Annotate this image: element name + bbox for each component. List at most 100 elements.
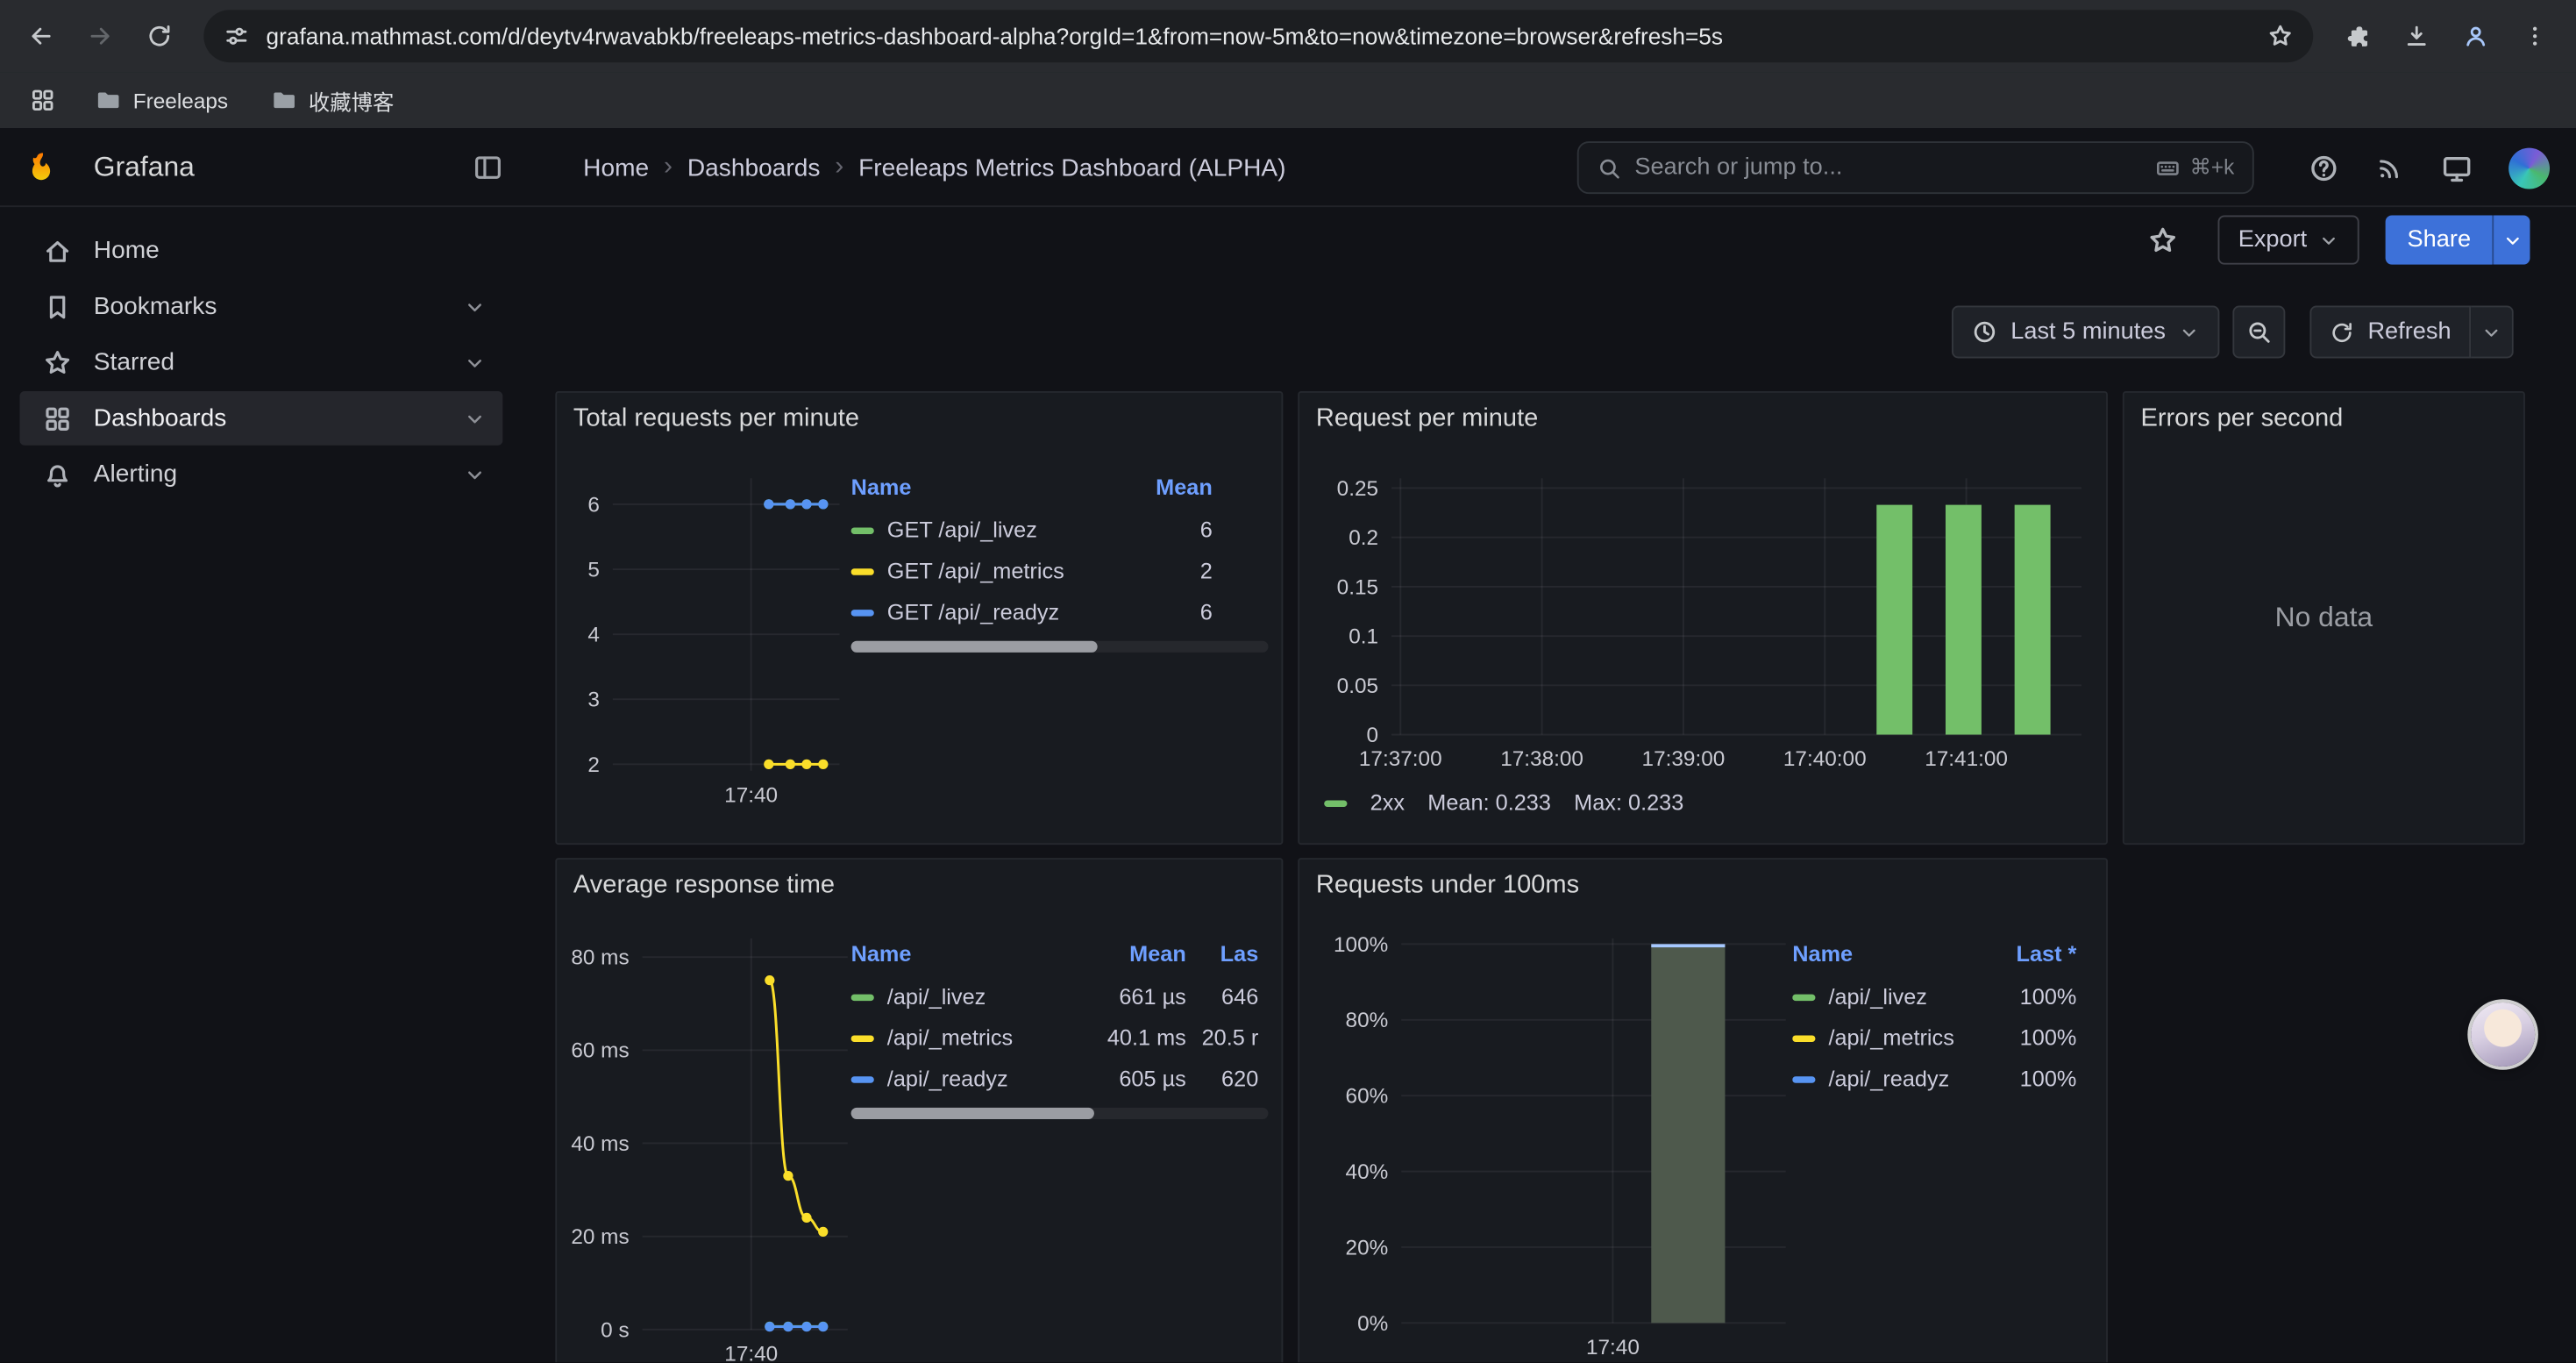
svg-text:17:40:00: 17:40:00 — [1783, 747, 1867, 771]
legend-header[interactable]: Las — [1186, 942, 1258, 967]
series-swatch — [851, 994, 874, 1000]
series-name[interactable]: /api/_metrics — [887, 1025, 1013, 1050]
header-icons — [2309, 128, 2550, 207]
forward-button[interactable] — [72, 8, 128, 64]
legend-scrollbar[interactable] — [851, 1108, 1269, 1119]
zoom-out-button[interactable] — [2233, 306, 2286, 359]
series-name[interactable]: GET /api/_metrics — [887, 559, 1064, 583]
legend-header[interactable]: Last * — [1986, 942, 2076, 967]
series-name[interactable]: 2xx — [1370, 790, 1405, 815]
series-swatch — [851, 567, 874, 574]
svg-text:17:40: 17:40 — [724, 1342, 778, 1362]
rss-icon[interactable] — [2375, 153, 2405, 182]
series-name[interactable]: /api/_livez — [887, 984, 986, 1009]
user-avatar[interactable] — [2508, 147, 2550, 189]
share-button[interactable]: Share — [2386, 215, 2492, 264]
monitor-icon[interactable] — [2441, 152, 2473, 183]
share-label: Share — [2408, 227, 2472, 253]
series-swatch — [1324, 800, 1347, 806]
chevron-down-icon[interactable] — [463, 407, 486, 430]
brand-title: Grafana — [94, 151, 195, 183]
side-panel-button[interactable] — [19, 77, 65, 123]
url-text[interactable]: grafana.mathmast.com/d/deytv4rwavabkb/fr… — [267, 23, 2251, 49]
legend-table: NameMeanGET /api/_livez6GET /api/_metric… — [851, 465, 1269, 632]
refresh-interval-caret[interactable] — [2471, 306, 2514, 359]
scrollbar-thumb[interactable] — [851, 1108, 1094, 1119]
legend-row[interactable]: /api/_readyz100% — [1792, 1059, 2096, 1100]
sidebar-item-alerting[interactable]: Alerting — [19, 447, 502, 502]
breadcrumb: Home›Dashboards›Freeleaps Metrics Dashbo… — [583, 128, 1285, 207]
help-icon[interactable] — [2309, 152, 2340, 183]
legend-row[interactable]: /api/_metrics40.1 ms20.5 r — [851, 1017, 1269, 1059]
browser-menu-button[interactable] — [2507, 8, 2563, 64]
legend-header[interactable]: Name — [851, 475, 1131, 500]
svg-text:17:40: 17:40 — [1586, 1336, 1640, 1359]
bookmark-star-icon[interactable] — [2267, 23, 2294, 49]
series-name[interactable]: GET /api/_livez — [887, 517, 1037, 542]
legend-row[interactable]: /api/_livez100% — [1792, 976, 2096, 1017]
chevron-down-icon[interactable] — [463, 295, 486, 318]
search-icon — [1597, 155, 1621, 180]
dock-sidebar-icon[interactable] — [473, 153, 503, 182]
series-name[interactable]: /api/_livez — [1828, 984, 1927, 1009]
legend-value: 2 — [1130, 559, 1213, 583]
bar-chart[interactable]: 0.250.20.150.10.05017:37:0017:38:0017:39… — [1299, 393, 2106, 843]
series-name[interactable]: GET /api/_readyz — [887, 600, 1059, 624]
extensions-button[interactable] — [2330, 8, 2386, 64]
url-bar[interactable]: grafana.mathmast.com/d/deytv4rwavabkb/fr… — [203, 10, 2313, 62]
svg-text:17:41:00: 17:41:00 — [1925, 747, 2008, 771]
series-swatch — [851, 609, 874, 615]
export-button[interactable]: Export — [2218, 215, 2359, 264]
forward-icon — [87, 23, 113, 49]
legend-row[interactable]: GET /api/_livez6 — [851, 510, 1269, 551]
back-button[interactable] — [13, 8, 69, 64]
profile-avatar[interactable] — [2448, 8, 2504, 64]
sidebar-item-bookmarks[interactable]: Bookmarks — [19, 280, 502, 334]
reload-button[interactable] — [132, 8, 188, 64]
site-settings-icon[interactable] — [224, 23, 250, 49]
legend[interactable]: 2xx Mean: 0.233 Max: 0.233 — [1324, 790, 1683, 815]
sidebar-item-label: Alerting — [94, 460, 442, 489]
svg-text:17:39:00: 17:39:00 — [1642, 747, 1726, 771]
share-split-button: Share — [2386, 215, 2530, 264]
legend-header[interactable]: Mean — [1087, 942, 1185, 967]
svg-text:80%: 80% — [1346, 1009, 1389, 1032]
legend-row[interactable]: /api/_readyz605 µs620 — [851, 1059, 1269, 1100]
legend-header[interactable]: Name — [1792, 942, 1986, 967]
legend-header[interactable]: Mean — [1130, 475, 1213, 500]
bookmark-folder-blog[interactable]: 收藏博客 — [258, 80, 408, 121]
panel-total-requests-per-minute: Total requests per minute 6543217:40 Nam… — [555, 391, 1283, 845]
legend-scrollbar[interactable] — [851, 641, 1269, 653]
downloads-button[interactable] — [2388, 8, 2444, 64]
series-name[interactable]: /api/_metrics — [1828, 1025, 1953, 1050]
share-menu-caret[interactable] — [2492, 215, 2530, 264]
sidebar-item-dashboards[interactable]: Dashboards — [19, 391, 502, 446]
breadcrumb-item[interactable]: Dashboards — [687, 153, 821, 182]
legend-row[interactable]: /api/_livez661 µs646 — [851, 976, 1269, 1017]
series-swatch — [851, 527, 874, 533]
legend-row[interactable]: GET /api/_metrics 2 — [851, 551, 1269, 592]
legend-row[interactable]: /api/_metrics 100% — [1792, 1017, 2096, 1059]
panel-request-per-minute: Request per minute 0.250.20.150.10.05017… — [1298, 391, 2108, 845]
legend-row[interactable]: GET /api/_readyz6 — [851, 592, 1269, 633]
assistant-avatar[interactable] — [2471, 1003, 2535, 1067]
legend-value: 100% — [1986, 1025, 2076, 1050]
sidebar-item-home[interactable]: Home — [19, 224, 502, 278]
time-range-picker[interactable]: Last 5 minutes — [1952, 306, 2220, 359]
chevron-down-icon — [2318, 229, 2339, 250]
search-input[interactable]: Search or jump to... ⌘+k — [1577, 141, 2254, 194]
legend-value: 40.1 ms — [1087, 1025, 1185, 1050]
chevron-down-icon[interactable] — [463, 351, 486, 374]
chevron-down-icon[interactable] — [463, 462, 486, 485]
legend-header[interactable]: Name — [851, 942, 1088, 967]
series-name[interactable]: /api/_readyz — [1828, 1067, 1949, 1091]
series-name[interactable]: /api/_readyz — [887, 1067, 1008, 1091]
svg-text:20%: 20% — [1346, 1236, 1389, 1260]
scrollbar-thumb[interactable] — [851, 641, 1098, 653]
refresh-button[interactable]: Refresh — [2310, 306, 2471, 359]
grafana-logo-icon[interactable] — [25, 150, 60, 186]
breadcrumb-item[interactable]: Home — [583, 153, 649, 182]
bookmark-folder-freeleaps[interactable]: Freeleaps — [82, 82, 241, 118]
sidebar-item-starred[interactable]: Starred — [19, 335, 502, 389]
favorite-star-icon[interactable] — [2148, 225, 2180, 256]
